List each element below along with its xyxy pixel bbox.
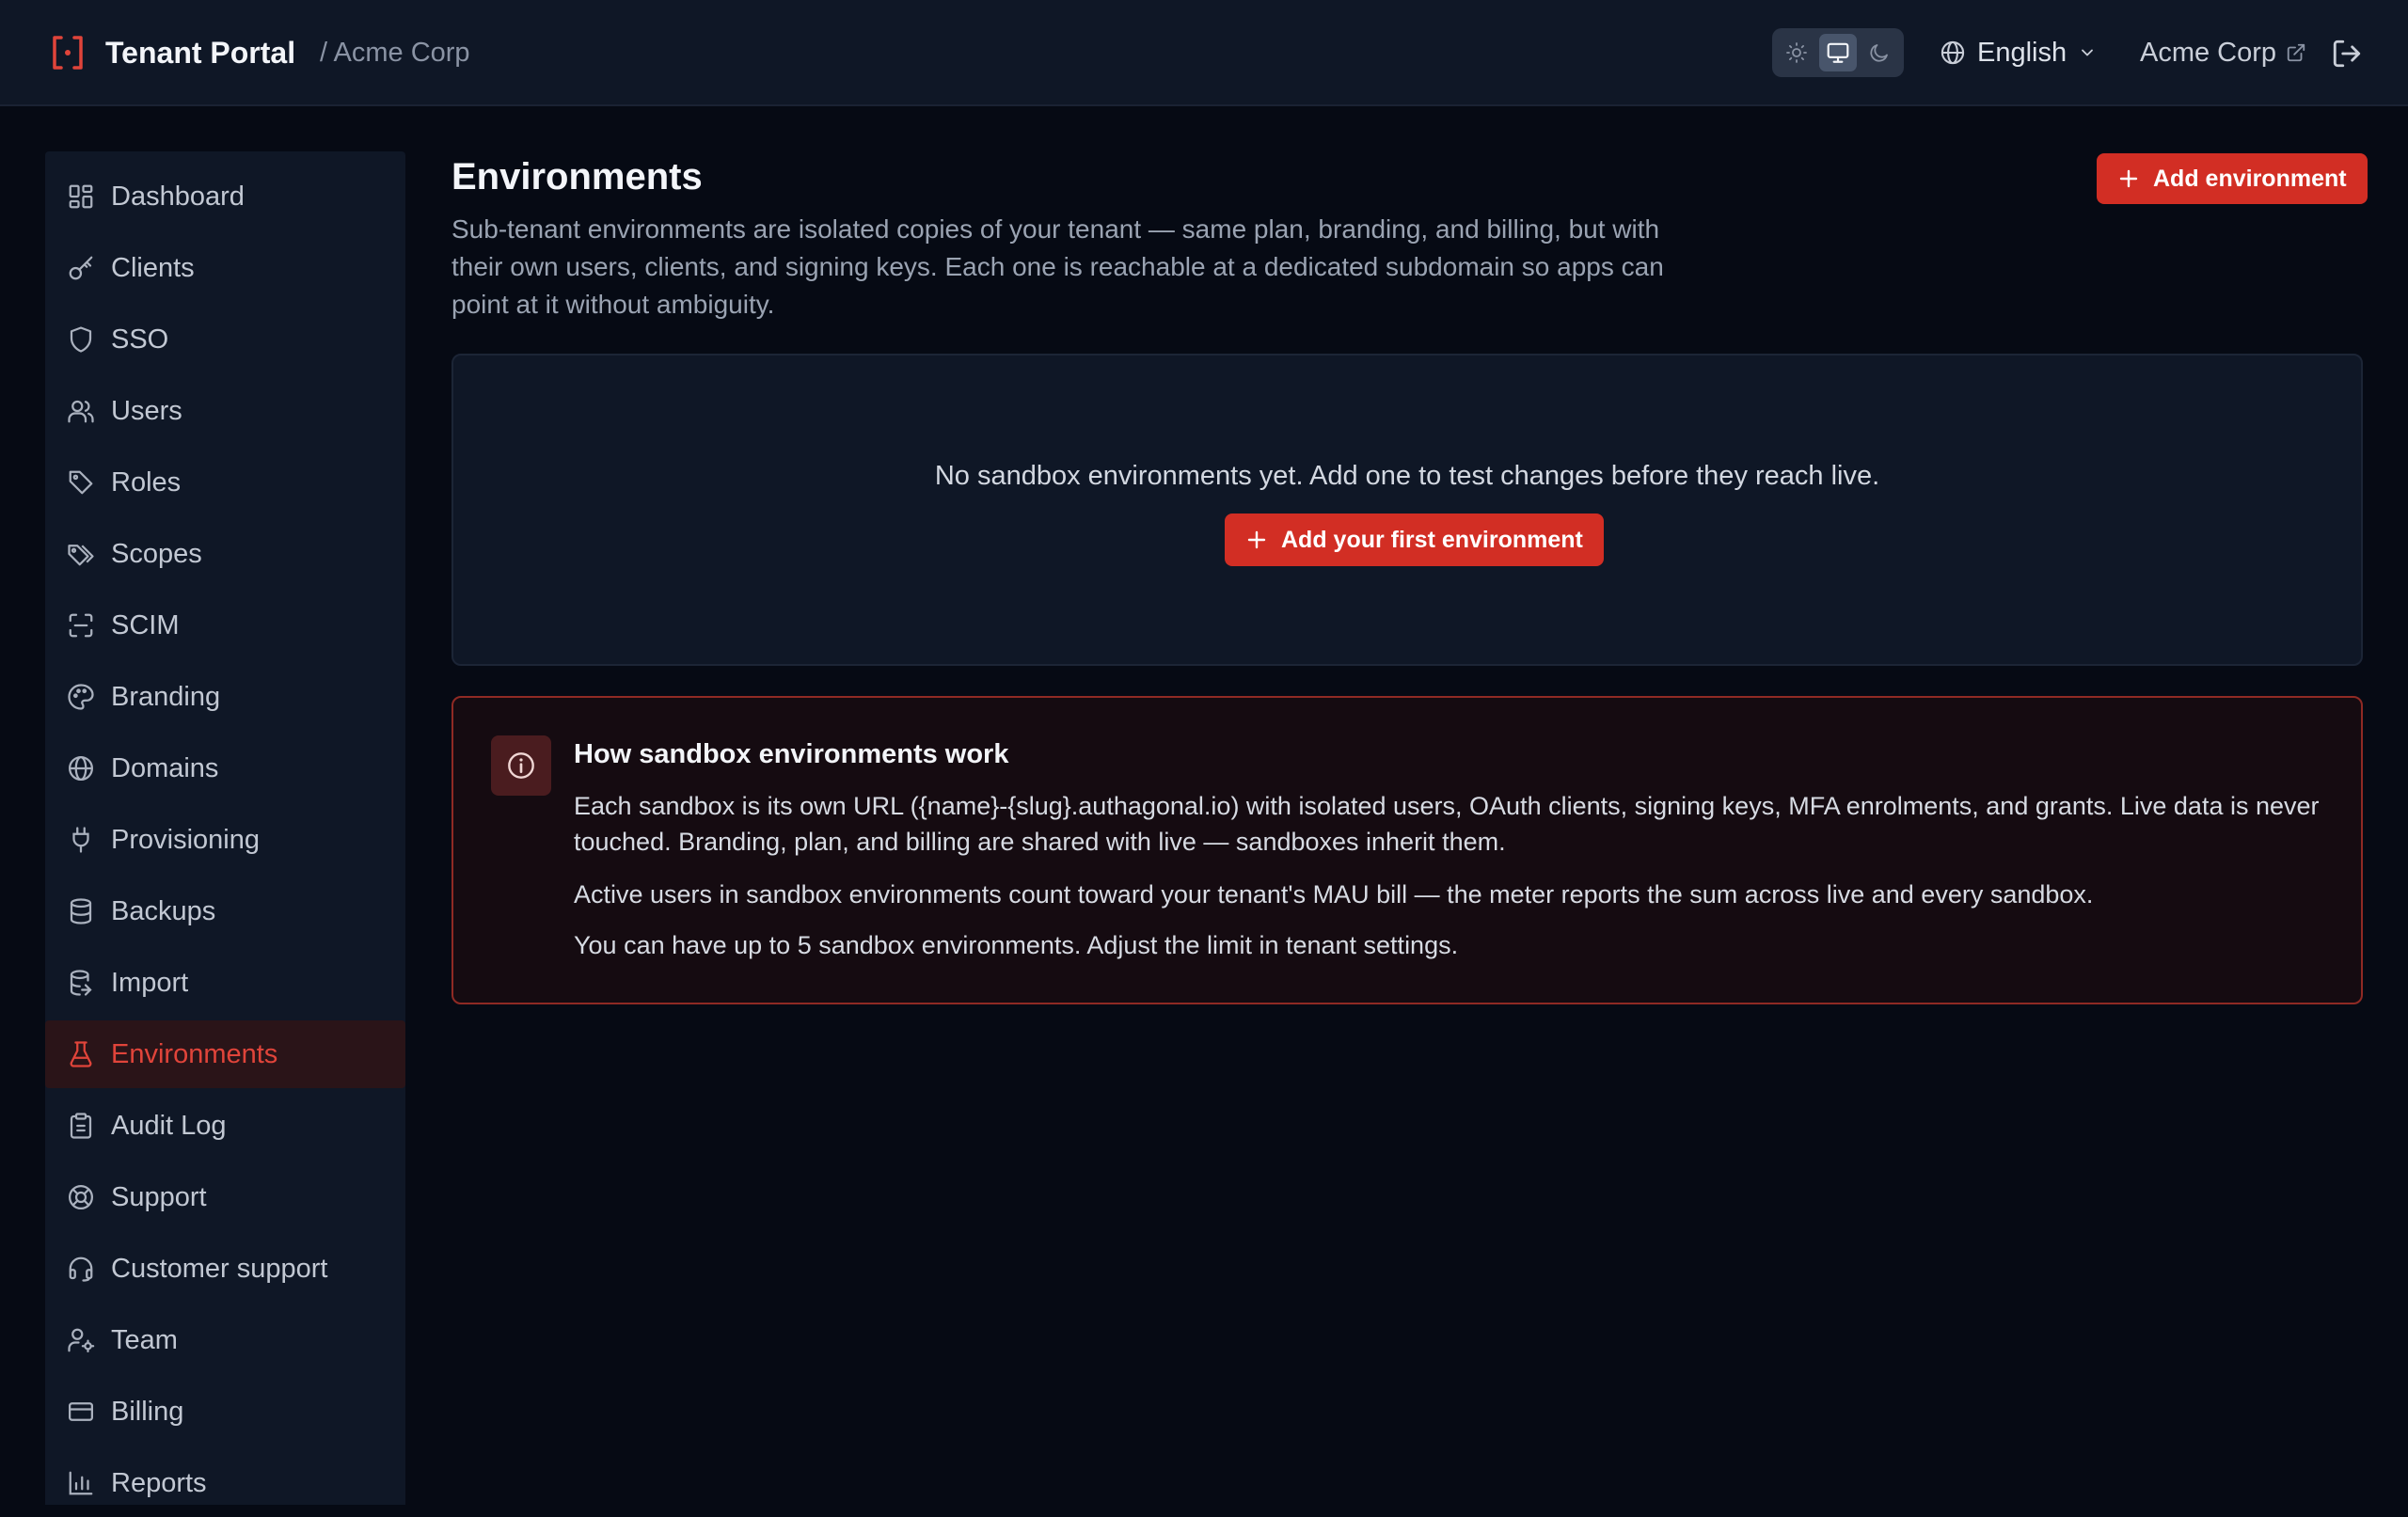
info-paragraph: Each sandbox is its own URL ({name}-{slu… (574, 792, 2320, 856)
sidebar-item-scopes[interactable]: Scopes (45, 520, 405, 588)
info-callout: How sandbox environments work Each sandb… (452, 696, 2363, 1004)
headset-icon (66, 1254, 96, 1284)
sidebar-item-label: Dashboard (111, 181, 245, 212)
sidebar-item-label: Team (111, 1324, 178, 1355)
moon-icon (1870, 44, 1888, 62)
tag-icon (66, 467, 96, 498)
sidebar-item-label: Customer support (111, 1253, 328, 1284)
sidebar-item-label: Provisioning (111, 824, 260, 855)
theme-dark-button[interactable] (1861, 34, 1898, 71)
globe-icon (1941, 40, 1965, 65)
top-bar: Tenant Portal / Acme Corp English Acme C… (0, 0, 2408, 106)
sidebar-item-audit-log[interactable]: Audit Log (45, 1092, 405, 1160)
sidebar-item-roles[interactable]: Roles (45, 449, 405, 516)
sidebar-item-label: Reports (111, 1467, 207, 1498)
sidebar-item-label: Roles (111, 466, 182, 498)
monitor-icon (1827, 42, 1849, 63)
app-title[interactable]: Tenant Portal (105, 32, 295, 73)
sidebar-item-dashboard[interactable]: Dashboard (45, 163, 405, 230)
sidebar-item-users[interactable]: Users (45, 377, 405, 445)
user-cog-icon (66, 1325, 96, 1355)
info-title: How sandbox environments work (574, 739, 1009, 769)
info-icon (491, 735, 551, 796)
theme-light-button[interactable] (1778, 34, 1815, 71)
sidebar-item-scim[interactable]: SCIM (45, 592, 405, 659)
database-import-icon (66, 968, 96, 998)
logout-icon (2333, 40, 2361, 68)
clipboard-icon (66, 1111, 96, 1141)
sidebar-item-label: Import (111, 967, 189, 998)
add-environment-button[interactable]: Add environment (2097, 153, 2368, 204)
bar-chart-icon (66, 1468, 96, 1498)
sidebar-item-label: Billing (111, 1396, 184, 1427)
sidebar-item-clients[interactable]: Clients (45, 234, 405, 302)
tenant-link-label: Acme Corp (2140, 37, 2277, 68)
sidebar-item-label: Users (111, 395, 182, 426)
sidebar-item-branding[interactable]: Branding (45, 663, 405, 731)
sidebar-item-label: Clients (111, 252, 195, 283)
palette-icon (66, 682, 96, 712)
sidebar-item-environments[interactable]: Environments (45, 1020, 405, 1088)
sidebar-item-import[interactable]: Import (45, 949, 405, 1017)
sidebar-item-backups[interactable]: Backups (45, 877, 405, 945)
globe-icon (66, 753, 96, 783)
sidebar-item-support[interactable]: Support (45, 1163, 405, 1231)
sidebar-item-label: Audit Log (111, 1110, 227, 1141)
add-first-environment-button[interactable]: Add your first environment (1225, 514, 1604, 566)
external-link-icon (2287, 43, 2305, 62)
tenant-external-link[interactable]: Acme Corp (2140, 32, 2306, 73)
shield-icon (66, 324, 96, 355)
logout-button[interactable] (2331, 38, 2363, 70)
plus-icon (1247, 530, 1266, 549)
info-paragraph: Active users in sandbox environments cou… (574, 880, 2094, 909)
sidebar-item-billing[interactable]: Billing (45, 1378, 405, 1446)
tags-icon (66, 539, 96, 569)
theme-system-button[interactable] (1819, 34, 1857, 71)
chevron-down-icon (2082, 49, 2094, 56)
language-label: English (1977, 37, 2067, 68)
add-first-environment-label: Add your first environment (1281, 526, 1583, 553)
sidebar-item-label: Scopes (111, 538, 202, 569)
sidebar-item-provisioning[interactable]: Provisioning (45, 806, 405, 874)
sidebar-item-team[interactable]: Team (45, 1306, 405, 1374)
sidebar-item-label: Support (111, 1181, 207, 1212)
add-environment-label: Add environment (2153, 165, 2347, 192)
plug-icon (66, 825, 96, 855)
sidebar-item-label: Backups (111, 895, 216, 926)
page-description: Sub-tenant environments are isolated cop… (452, 214, 1664, 319)
theme-switcher (1772, 28, 1904, 77)
database-icon (66, 896, 96, 926)
plus-icon (2119, 169, 2138, 188)
info-paragraph: You can have up to 5 sandbox environment… (574, 931, 1459, 959)
sidebar-item-label: SCIM (111, 609, 180, 640)
sidebar-item-label: SSO (111, 324, 169, 355)
breadcrumb-tenant: / Acme Corp (320, 38, 470, 68)
language-selector[interactable]: English (1940, 32, 2097, 73)
sidebar-item-domains[interactable]: Domains (45, 735, 405, 802)
sidebar-item-label: Domains (111, 752, 219, 783)
lifebuoy-icon (66, 1182, 96, 1212)
page-title: Environments (452, 156, 703, 198)
users-icon (66, 396, 96, 426)
credit-card-icon (66, 1397, 96, 1427)
sun-icon (1786, 42, 1807, 63)
sidebar-item-reports[interactable]: Reports (45, 1449, 405, 1517)
empty-state-text: No sandbox environments yet. Add one to … (934, 461, 1880, 491)
empty-state-card: No sandbox environments yet. Add one to … (452, 354, 2363, 666)
scan-icon (66, 610, 96, 640)
dashboard-icon (66, 182, 96, 212)
sidebar-item-sso[interactable]: SSO (45, 306, 405, 373)
sidebar: Dashboard Clients SSO Users Roles Scopes (45, 151, 405, 1505)
sidebar-item-label: Branding (111, 681, 221, 712)
flask-icon (66, 1039, 96, 1069)
sidebar-item-customer-support[interactable]: Customer support (45, 1235, 405, 1303)
sidebar-item-label: Environments (111, 1038, 278, 1069)
brand-logo-icon[interactable] (51, 34, 85, 71)
key-icon (66, 253, 96, 283)
